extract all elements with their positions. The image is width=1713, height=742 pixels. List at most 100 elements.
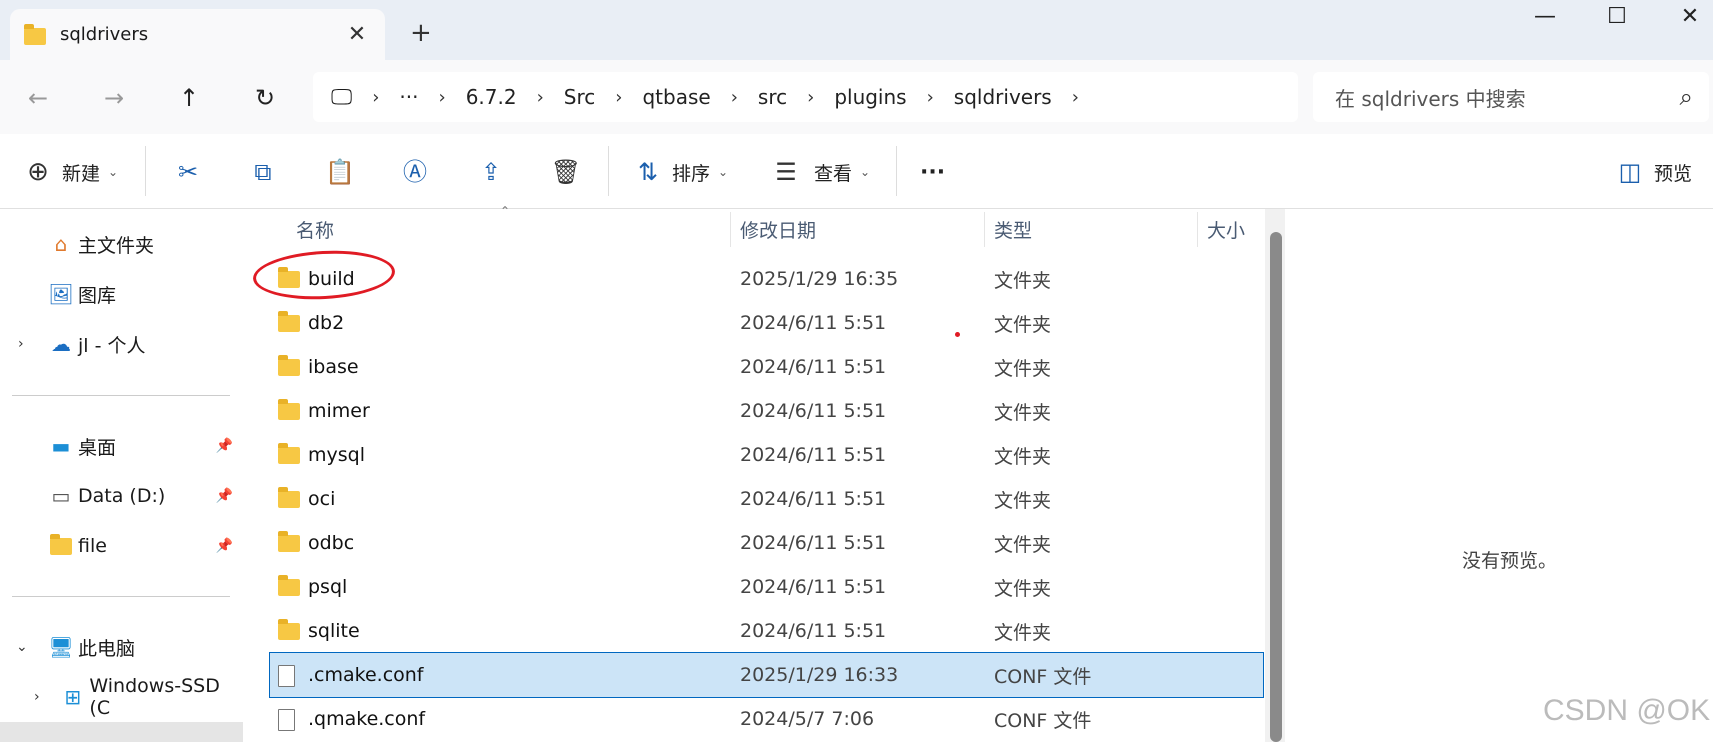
breadcrumb-item[interactable]: src [758,85,787,109]
file-name[interactable]: odbc [308,532,354,554]
forward-button[interactable]: → [96,80,132,116]
chevron-right-icon[interactable]: › [18,336,24,352]
table-row[interactable]: .qmake.conf 2024/5/7 7:06 CONF 文件 [270,697,1263,741]
sort-button[interactable]: ⇅ 排序 ⌄ [630,150,728,194]
search-icon[interactable]: ⌕ [1680,83,1693,111]
sidebar-item-home[interactable]: ⌂ 主文件夹 [0,224,243,264]
breadcrumb-item[interactable]: 6.7.2 [466,85,517,109]
pin-icon[interactable]: 📌 [216,488,233,504]
chevron-down-icon[interactable]: ⌄ [16,639,28,655]
table-row[interactable]: .cmake.conf 2025/1/29 16:33 CONF 文件 [269,652,1264,698]
breadcrumb-item[interactable]: Src [564,85,595,109]
sidebar-item-gallery[interactable]: 🖼 图库 [0,274,243,314]
table-row[interactable]: mysql 2024/6/11 5:51 文件夹 [270,433,1263,477]
tab-sqldrivers[interactable]: sqldrivers ✕ [10,9,385,60]
file-name[interactable]: .cmake.conf [308,664,424,686]
table-row[interactable]: psql 2024/6/11 5:51 文件夹 [270,565,1263,609]
column-header-name[interactable]: 名称 [296,216,334,243]
search-input[interactable]: 在 sqldrivers 中搜索 ⌕ [1313,72,1709,122]
file-type: 文件夹 [994,445,1052,468]
column-divider[interactable] [984,212,985,247]
file-type: 文件夹 [994,269,1052,292]
new-button-label: 新建 [62,162,101,185]
breadcrumb-item-current[interactable]: sqldrivers [954,85,1052,109]
column-header-size[interactable]: 大小 [1207,216,1245,243]
breadcrumb-item[interactable]: qtbase [642,85,710,109]
copy-button[interactable]: ⧉ [245,150,281,194]
close-window-button[interactable]: ✕ [1660,4,1713,34]
table-row[interactable]: db2 2024/6/11 5:51 文件夹 [270,301,1263,345]
preview-pane-button[interactable]: ◫ 预览 [1612,150,1692,194]
chevron-right-icon[interactable]: › [439,87,446,108]
back-button[interactable]: ← [20,80,56,116]
column-divider[interactable] [730,212,731,247]
chevron-right-icon[interactable]: › [372,87,379,108]
pin-icon[interactable]: 📌 [216,438,233,454]
folder-icon [278,311,300,335]
computer-icon[interactable]: 🖵 [331,85,352,110]
address-bar[interactable]: 🖵 › ··· › 6.7.2 › Src › qtbase › src › p… [313,72,1298,122]
paste-button[interactable]: 📋 [322,150,358,194]
more-options-button[interactable]: ··· [920,150,945,194]
table-row[interactable]: odbc 2024/6/11 5:51 文件夹 [270,521,1263,565]
drive-icon: ▭ [51,484,71,508]
refresh-button[interactable]: ↻ [247,80,283,116]
file-name[interactable]: mysql [308,444,365,466]
column-divider[interactable] [1197,212,1198,247]
sidebar-item-desktop[interactable]: ▬ 桌面 📌 [0,426,243,466]
view-button[interactable]: ☰ 查看 ⌄ [768,150,870,194]
chevron-right-icon[interactable]: › [927,87,934,108]
rename-button[interactable]: Ⓐ [397,150,433,194]
new-tab-button[interactable]: + [410,18,432,48]
maximize-button[interactable]: ☐ [1587,4,1647,34]
scrollbar-thumb[interactable] [1270,232,1282,742]
pin-icon[interactable]: 📌 [216,538,233,554]
file-name[interactable]: psql [308,576,347,598]
sidebar-item-file[interactable]: file 📌 [0,526,243,566]
sidebar-item-windows-ssd[interactable]: › ⊞ Windows-SSD (C [0,675,243,719]
cut-button[interactable]: ✂ [170,150,206,194]
chevron-right-icon[interactable]: › [807,87,814,108]
breadcrumb-ellipsis[interactable]: ··· [399,85,418,109]
preview-pane [1292,209,1713,742]
table-row[interactable]: sqlite 2024/6/11 5:51 文件夹 [270,609,1263,653]
sort-ascending-icon: ⌃ [500,204,511,218]
table-row[interactable]: build 2025/1/29 16:35 文件夹 [270,257,1263,301]
file-date: 2024/6/11 5:51 [740,620,887,642]
scissors-icon: ✂ [177,158,199,186]
sidebar-item-this-pc[interactable]: ⌄ 🖥 此电脑 [0,627,243,667]
file-date: 2024/6/11 5:51 [740,532,887,554]
folder-icon [278,531,300,555]
file-name[interactable]: sqlite [308,620,360,642]
table-row[interactable]: mimer 2024/6/11 5:51 文件夹 [270,389,1263,433]
chevron-right-icon[interactable]: › [537,87,544,108]
file-name[interactable]: oci [308,488,335,510]
table-row[interactable]: ibase 2024/6/11 5:51 文件夹 [270,345,1263,389]
share-button[interactable]: ⇪ [473,150,509,194]
file-name[interactable]: .qmake.conf [308,708,425,730]
sidebar-item-partial[interactable] [0,722,243,742]
column-header-date[interactable]: 修改日期 [740,216,816,243]
minimize-button[interactable]: — [1515,4,1575,34]
chevron-right-icon[interactable]: › [615,87,622,108]
file-name[interactable]: ibase [308,356,359,378]
file-name[interactable]: db2 [308,312,344,334]
sidebar-item-data-drive[interactable]: ▭ Data (D:) 📌 [0,476,243,516]
chevron-right-icon[interactable]: › [1072,87,1079,108]
preview-pane-icon: ◫ [1618,158,1642,186]
breadcrumb-item[interactable]: plugins [834,85,906,109]
file-name[interactable]: mimer [308,400,370,422]
up-button[interactable]: ↑ [171,80,207,116]
view-button-label: 查看 [814,162,853,185]
sidebar-item-onedrive[interactable]: › ☁ jl - 个人 [0,324,243,364]
chevron-right-icon[interactable]: › [731,87,738,108]
close-tab-icon[interactable]: ✕ [343,22,371,47]
home-icon: ⌂ [54,232,68,256]
delete-button[interactable]: 🗑 [548,150,584,194]
new-button[interactable]: ⊕ 新建 ⌄ [20,150,118,194]
table-row[interactable]: oci 2024/6/11 5:51 文件夹 [270,477,1263,521]
column-header-type[interactable]: 类型 [994,216,1032,243]
chevron-right-icon[interactable]: › [34,689,40,705]
search-placeholder: 在 sqldrivers 中搜索 [1335,86,1526,111]
no-preview-text: 没有预览。 [1462,550,1558,572]
